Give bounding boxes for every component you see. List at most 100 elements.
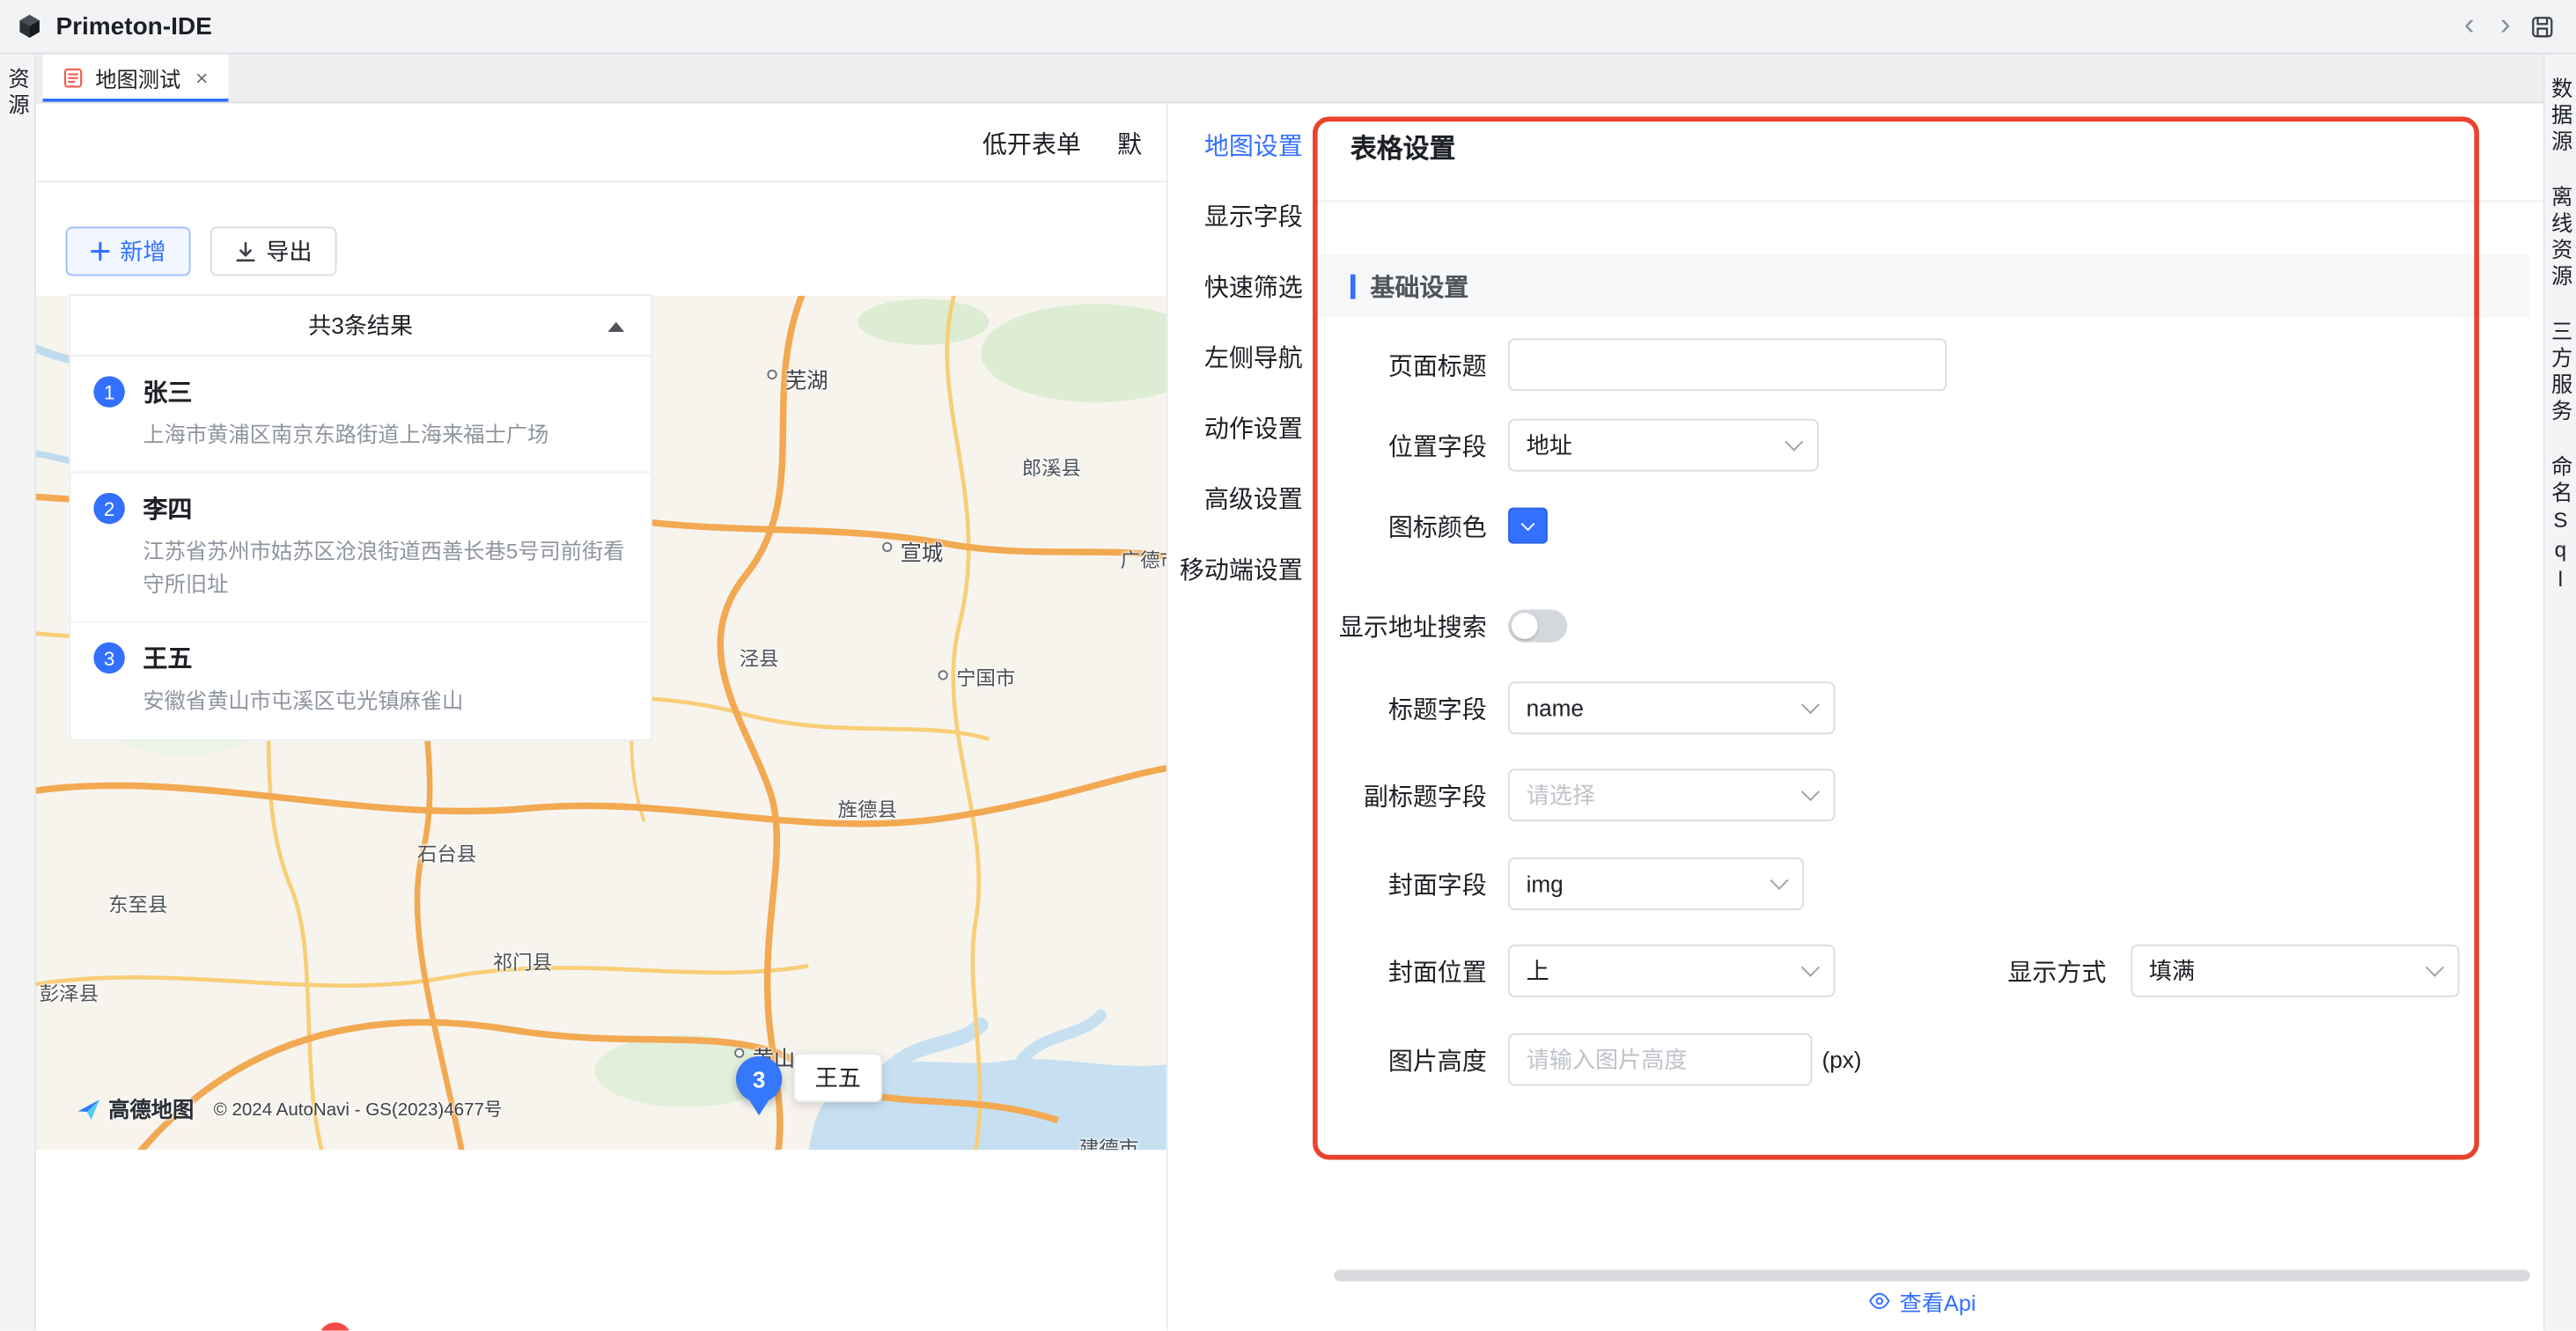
chevron-down-icon	[1785, 432, 1803, 451]
item-index-badge: 1	[93, 376, 124, 407]
tab-map-test[interactable]: 地图测试 ×	[43, 55, 228, 102]
result-count: 共3条结果	[308, 309, 413, 342]
form-row-cover-field: 封面字段 img	[1314, 857, 2543, 910]
city-label: 宁国市	[956, 664, 1015, 692]
cover-position-select[interactable]: 上	[1508, 945, 1835, 997]
field-label: 显示方式	[2007, 953, 2106, 988]
settings-menu: 地图设置 显示字段 快速筛选 左侧导航 动作设置 高级设置 移动端设置	[1168, 110, 1314, 605]
rail-item-named-sql[interactable]: 命名Sql	[2545, 440, 2576, 611]
settings-menu-item-advanced[interactable]: 高级设置	[1168, 463, 1314, 533]
icon-color-picker[interactable]	[1508, 508, 1548, 544]
add-button[interactable]: 新增	[66, 227, 191, 276]
chevron-down-icon	[1801, 959, 1820, 977]
item-index-badge: 3	[93, 643, 124, 673]
map-copyright: © 2024 AutoNavi - GS(2023)4677号	[214, 1095, 503, 1121]
save-icon[interactable]	[2523, 8, 2559, 44]
subtitle-field-select[interactable]: 请选择	[1508, 768, 1835, 821]
list-item[interactable]: 2 李四 江苏省苏州市姑苏区沧浪街道西善长巷5号司前街看守所旧址	[70, 472, 651, 621]
city-label: 石台县	[417, 840, 476, 868]
nav-back-button[interactable]: ‹	[2451, 8, 2487, 44]
export-button[interactable]: 导出	[210, 227, 337, 276]
form-row-page-title: 页面标题	[1314, 338, 2543, 391]
rail-item-third-party-services[interactable]: 三方服务	[2545, 305, 2576, 440]
city-label: 广德市	[1121, 546, 1167, 574]
city-label: 建德市	[1079, 1134, 1138, 1151]
city-label: 郎溪县	[1022, 453, 1081, 482]
app-title: Primeton-IDE	[55, 12, 211, 40]
tab-label: 地图测试	[95, 63, 180, 93]
select-value: 上	[1527, 954, 1549, 987]
map-marker-pin[interactable]: 3	[736, 1056, 782, 1102]
city-label: 芜湖	[785, 363, 828, 393]
field-label: 副标题字段	[1314, 778, 1487, 813]
city-dot	[767, 370, 776, 379]
cover-field-select[interactable]: img	[1508, 857, 1804, 910]
title-field-select[interactable]: name	[1508, 681, 1835, 734]
settings-menu-item-mobile[interactable]: 移动端设置	[1168, 533, 1314, 604]
field-label: 图片高度	[1314, 1042, 1487, 1077]
city-dot	[938, 670, 948, 680]
settings-menu-item-actions[interactable]: 动作设置	[1168, 393, 1314, 463]
form-row-image-height: 图片高度 (px)	[1314, 1033, 2543, 1086]
select-value: 填满	[2149, 954, 2195, 987]
list-item[interactable]: 1 张三 上海市黄浦区南京东路街道上海来福士广场	[70, 357, 651, 472]
view-api-link[interactable]: 查看Api	[1314, 1284, 2530, 1317]
rail-item-offline-resources[interactable]: 离线资源	[2545, 171, 2576, 305]
list-toolbar: 新增 导出	[66, 227, 337, 276]
list-item[interactable]: 3 王五 安徽省黄山市屯溪区屯光镇麻雀山	[70, 621, 651, 739]
map-attribution: 高德地图 © 2024 AutoNavi - GS(2023)4677号	[76, 1092, 503, 1123]
item-name: 李四	[143, 491, 192, 526]
item-address: 上海市黄浦区南京东路街道上海来福士广场	[93, 419, 627, 452]
collapse-icon[interactable]	[607, 322, 624, 332]
select-value: name	[1527, 695, 1584, 721]
settings-menu-item-quick-filter[interactable]: 快速筛选	[1168, 252, 1314, 322]
rail-item-resources[interactable]: 资源	[2, 55, 33, 121]
field-label: 封面位置	[1314, 953, 1487, 988]
toolbar-item-low-code-form[interactable]: 低开表单	[983, 127, 1081, 161]
page-title-input[interactable]	[1508, 338, 1947, 391]
plus-icon	[91, 241, 110, 261]
image-height-input[interactable]	[1508, 1033, 1812, 1086]
main-content: 低开表单 默	[36, 104, 2543, 1331]
eye-icon	[1868, 1290, 1891, 1313]
chevron-down-icon	[1770, 871, 1788, 890]
rail-item-datasource[interactable]: 数据源	[2545, 63, 2576, 171]
city-label: 祁门县	[493, 948, 552, 976]
select-value: 地址	[1527, 429, 1572, 461]
settings-menu-item-map[interactable]: 地图设置	[1168, 110, 1314, 180]
tab-close-icon[interactable]: ×	[195, 66, 208, 91]
display-mode-select[interactable]: 填满	[2131, 945, 2459, 997]
form-row-address-search: 显示地址搜索	[1314, 599, 2543, 652]
map-marker-label[interactable]: 王五	[793, 1053, 882, 1102]
city-dot	[734, 1048, 744, 1058]
settings-title-divider	[1314, 201, 2543, 202]
section-basic-settings: 基础设置	[1316, 254, 2530, 317]
form-row-subtitle-field: 副标题字段 请选择	[1314, 768, 2543, 821]
nav-forward-button[interactable]: ›	[2487, 8, 2523, 44]
select-value: img	[1527, 871, 1564, 897]
select-placeholder: 请选择	[1527, 779, 1595, 812]
right-rail: 数据源 离线资源 三方服务 命名Sql	[2543, 55, 2576, 1331]
toolbar-item-default[interactable]: 默	[1117, 127, 1142, 161]
horizontal-scrollbar[interactable]	[1334, 1269, 2530, 1281]
window-titlebar: Primeton-IDE ‹ ›	[0, 0, 2576, 55]
city-label: 旌德县	[838, 795, 897, 823]
result-list-header[interactable]: 共3条结果	[70, 296, 651, 357]
city-label: 东至县	[108, 890, 167, 918]
view-api-label: 查看Api	[1900, 1284, 1976, 1317]
section-title: 基础设置	[1370, 268, 1468, 303]
field-label: 图标颜色	[1314, 509, 1487, 543]
settings-panel-title: 表格设置	[1351, 127, 1455, 166]
item-index-badge: 2	[93, 493, 124, 524]
left-rail: 资源	[0, 55, 36, 1331]
item-address: 安徽省黄山市屯溪区屯光镇麻雀山	[93, 686, 627, 719]
settings-menu-item-left-nav[interactable]: 左侧导航	[1168, 322, 1314, 393]
tab-bar: 地图测试 ×	[36, 55, 2543, 104]
field-label: 页面标题	[1314, 348, 1487, 382]
location-field-select[interactable]: 地址	[1508, 419, 1819, 472]
form-row-cover-position: 封面位置 上 显示方式 填满	[1314, 945, 2543, 997]
notification-badge	[319, 1322, 351, 1330]
settings-menu-item-display-fields[interactable]: 显示字段	[1168, 180, 1314, 251]
amap-logo-icon	[76, 1095, 102, 1121]
address-search-toggle[interactable]	[1508, 609, 1567, 642]
